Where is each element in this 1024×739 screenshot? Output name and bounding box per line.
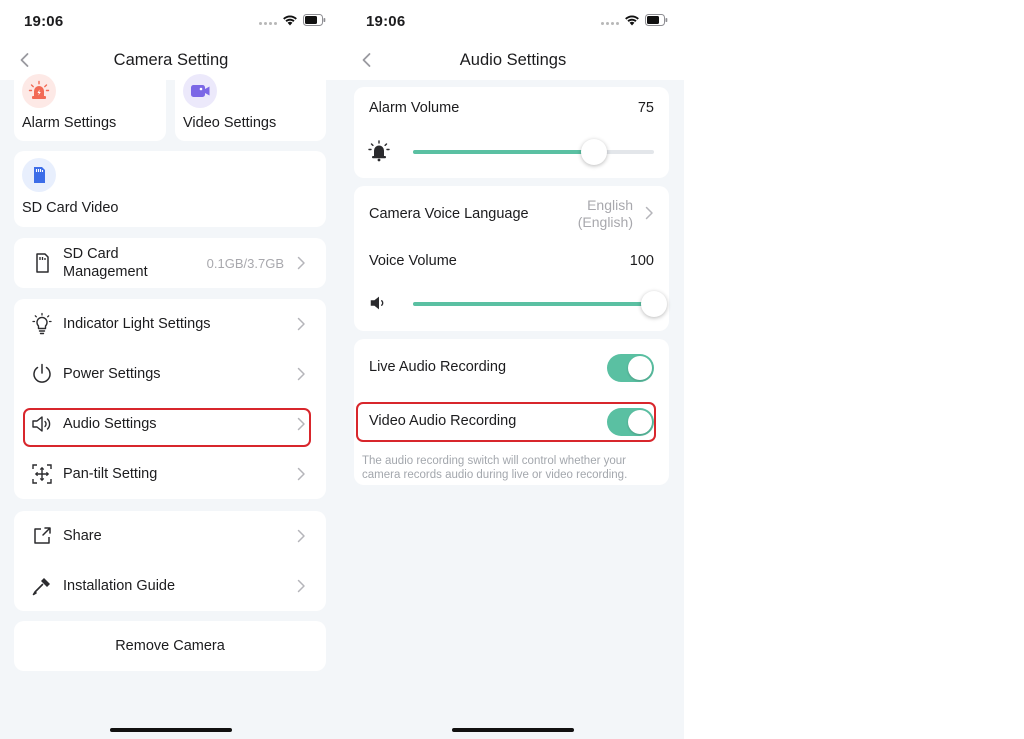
voice-language-value-line1: English xyxy=(587,197,633,213)
tile-label: Alarm Settings xyxy=(22,115,117,131)
row-label: Installation Guide xyxy=(63,578,176,594)
alarm-volume-label: Alarm Volume xyxy=(369,100,460,116)
sd-card-video-tile[interactable]: SD Card Video xyxy=(14,151,326,227)
remove-camera-button[interactable]: Remove Camera xyxy=(14,621,326,671)
tile-label: SD Card Video xyxy=(22,200,119,216)
live-audio-toggle[interactable] xyxy=(607,354,654,382)
status-icons xyxy=(259,14,326,26)
voice-volume-fill xyxy=(413,302,654,306)
alarm-bell-icon xyxy=(368,140,390,162)
video-settings-tile[interactable]: Video Settings xyxy=(175,70,326,141)
status-time: 19:06 xyxy=(24,13,64,30)
settings-group-card: Indicator Light Settings Power Settings … xyxy=(14,299,326,499)
alarm-settings-tile[interactable]: Alarm Settings xyxy=(14,70,166,141)
page-title: Audio Settings xyxy=(459,51,567,69)
row-label: Power Settings xyxy=(63,366,161,382)
sd-card-management-card: SD Card Management 0.1GB/3.7GB xyxy=(14,238,326,288)
status-time: 19:06 xyxy=(366,13,406,30)
home-indicator xyxy=(452,728,574,732)
live-audio-label: Live Audio Recording xyxy=(369,359,507,375)
voice-volume-value: 100 xyxy=(629,253,654,269)
share-row[interactable]: Share xyxy=(14,511,326,561)
status-bar: 19:06 xyxy=(0,0,342,40)
audio-settings-screen: 19:06 Audio Settings Alarm Volume 75 Cam… xyxy=(342,0,684,739)
alarm-volume-value: 75 xyxy=(637,100,654,116)
signal-dots-icon xyxy=(259,15,277,25)
alarm-volume-fill xyxy=(413,150,594,154)
chevron-right-icon xyxy=(645,206,653,220)
power-settings-row[interactable]: Power Settings xyxy=(14,349,326,399)
camera-setting-screen: 19:06 Camera Setting Alarm Settings Vide… xyxy=(0,0,342,739)
chevron-right-icon xyxy=(297,579,305,593)
installation-guide-row[interactable]: Installation Guide xyxy=(14,561,326,611)
chevron-right-icon xyxy=(297,256,305,270)
light-bulb-icon xyxy=(32,312,52,335)
alarm-volume-card: Alarm Volume 75 xyxy=(354,87,669,178)
chevron-right-icon xyxy=(297,367,305,381)
voice-card: Camera Voice Language English (English) … xyxy=(354,186,669,331)
status-icons xyxy=(601,14,668,26)
alarm-volume-slider[interactable] xyxy=(413,139,654,165)
pan-tilt-icon xyxy=(32,464,52,484)
audio-settings-highlight xyxy=(23,408,311,447)
row-label-line1: SD Card xyxy=(63,246,119,262)
chevron-right-icon xyxy=(297,529,305,543)
sd-storage-value: 0.1GB/3.7GB xyxy=(206,256,284,271)
home-indicator xyxy=(110,728,232,732)
share-icon xyxy=(34,527,51,544)
alarm-light-icon xyxy=(22,74,56,108)
battery-icon xyxy=(303,14,326,26)
row-label-line2: Management xyxy=(63,264,148,280)
sd-card-management-row[interactable]: SD Card Management 0.1GB/3.7GB xyxy=(14,238,326,288)
power-icon xyxy=(33,363,51,383)
battery-icon xyxy=(645,14,668,26)
sd-card-icon xyxy=(22,158,56,192)
video-audio-highlight xyxy=(356,402,656,442)
voice-language-value-line2: (English) xyxy=(577,214,633,230)
voice-language-row[interactable]: Camera Voice Language English (English) xyxy=(354,186,669,241)
nav-bar: Audio Settings xyxy=(342,40,684,80)
alarm-volume-thumb[interactable] xyxy=(580,139,607,165)
wifi-icon xyxy=(283,15,297,26)
wifi-icon xyxy=(625,15,639,26)
recording-hint: The audio recording switch will control … xyxy=(362,455,628,481)
remove-camera-label: Remove Camera xyxy=(115,638,225,654)
speaker-icon xyxy=(370,296,384,310)
video-icon xyxy=(183,74,217,108)
row-label: Indicator Light Settings xyxy=(63,316,211,332)
screwdriver-icon xyxy=(32,578,50,596)
signal-dots-icon xyxy=(601,15,619,25)
chevron-right-icon xyxy=(297,467,305,481)
voice-volume-thumb[interactable] xyxy=(641,291,667,317)
status-bar: 19:06 xyxy=(342,0,684,40)
voice-volume-label: Voice Volume xyxy=(369,253,457,269)
voice-language-label: Camera Voice Language xyxy=(369,206,529,222)
share-group-card: Share Installation Guide xyxy=(14,511,326,611)
toggle-knob xyxy=(628,356,652,380)
row-label: Share xyxy=(63,528,102,544)
voice-volume-slider[interactable] xyxy=(413,291,667,317)
chevron-right-icon xyxy=(297,317,305,331)
sd-card-outline-icon xyxy=(36,253,49,273)
indicator-light-row[interactable]: Indicator Light Settings xyxy=(14,299,326,349)
page-title: Camera Setting xyxy=(113,51,229,69)
pan-tilt-row[interactable]: Pan-tilt Setting xyxy=(14,449,326,499)
row-label: Pan-tilt Setting xyxy=(63,466,158,482)
tile-label: Video Settings xyxy=(183,115,277,131)
